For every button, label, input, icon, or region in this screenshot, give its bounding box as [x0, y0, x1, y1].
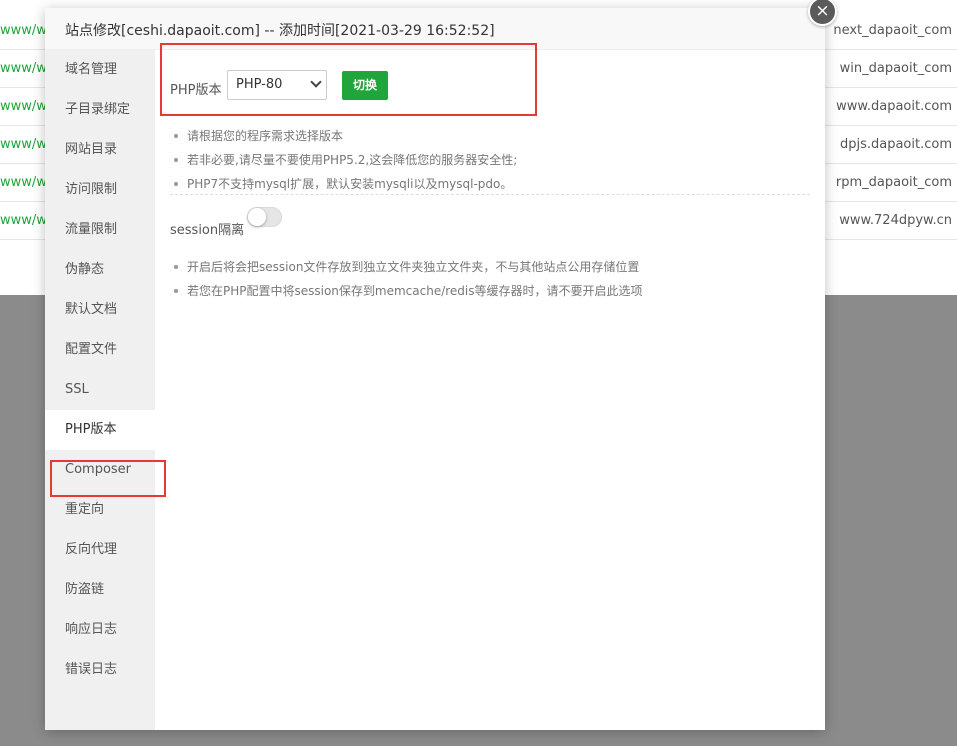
divider [170, 194, 810, 195]
site-name[interactable]: www.dapaoit.com [836, 99, 952, 114]
php-version-selected: PHP-80 [236, 77, 283, 92]
session-isolation-toggle[interactable] [247, 207, 282, 227]
site-name[interactable]: rpm_dapaoit_com [836, 175, 952, 190]
switch-button[interactable]: 切换 [342, 71, 388, 100]
list-item: 请根据您的程序需求选择版本 [170, 124, 517, 148]
site-name[interactable]: next_dapaoit_com [833, 23, 952, 38]
sidebar-item-default-doc[interactable]: 默认文档 [45, 290, 155, 330]
site-name[interactable]: dpjs.dapaoit.com [840, 137, 952, 152]
site-name[interactable]: win_dapaoit_com [840, 61, 952, 76]
session-isolation-label: session隔离 [170, 223, 245, 238]
list-item: 若您在PHP配置中将session保存到memcache/redis等缓存器时，… [170, 279, 643, 303]
sidebar-item-config-file[interactable]: 配置文件 [45, 330, 155, 370]
bullet-icon [174, 289, 178, 293]
session-tips: 开启后将会把session文件存放到独立文件夹独立文件夹，不与其他站点公用存储位… [170, 255, 643, 303]
bullet-icon [174, 134, 178, 138]
php-version-label: PHP版本 [170, 83, 222, 98]
sidebar-item-traffic-limit[interactable]: 流量限制 [45, 210, 155, 250]
sidebar-item-reverse-proxy[interactable]: 反向代理 [45, 530, 155, 570]
sidebar-item-ssl[interactable]: SSL [45, 370, 155, 410]
site-name[interactable]: www.724dpyw.cn [839, 213, 952, 228]
toggle-knob [248, 208, 266, 226]
list-item: 开启后将会把session文件存放到独立文件夹独立文件夹，不与其他站点公用存储位… [170, 255, 643, 279]
sidebar-item-domain[interactable]: 域名管理 [45, 50, 155, 90]
php-version-panel: PHP版本 PHP-80 切换 请根据您的程序需求选择版本 若非必要,请尽量不要… [155, 43, 825, 730]
bullet-icon [174, 265, 178, 269]
sidebar-item-hotlink-protection[interactable]: 防盗链 [45, 570, 155, 610]
sidebar-item-composer[interactable]: Composer [45, 450, 155, 490]
php-version-select[interactable]: PHP-80 [227, 70, 327, 100]
site-edit-dialog: 站点修改[ceshi.dapaoit.com] -- 添加时间[2021-03-… [45, 8, 825, 730]
sidebar-item-site-directory[interactable]: 网站目录 [45, 130, 155, 170]
dialog-title: 站点修改[ceshi.dapaoit.com] -- 添加时间[2021-03-… [65, 23, 495, 39]
dialog-header: 站点修改[ceshi.dapaoit.com] -- 添加时间[2021-03-… [45, 8, 825, 50]
sidebar-item-rewrite[interactable]: 伪静态 [45, 250, 155, 290]
list-item: 若非必要,请尽量不要使用PHP5.2,这会降低您的服务器安全性; [170, 148, 517, 172]
sidebar-item-redirect[interactable]: 重定向 [45, 490, 155, 530]
sidebar-item-access-limit[interactable]: 访问限制 [45, 170, 155, 210]
sidebar-item-php-version[interactable]: PHP版本 [45, 410, 155, 450]
chevron-down-icon [310, 76, 322, 88]
sidebar-item-access-log[interactable]: 响应日志 [45, 610, 155, 650]
php-tips: 请根据您的程序需求选择版本 若非必要,请尽量不要使用PHP5.2,这会降低您的服… [170, 124, 517, 196]
bullet-icon [174, 158, 178, 162]
sidebar-item-error-log[interactable]: 错误日志 [45, 650, 155, 690]
dialog-sidebar: 域名管理 子目录绑定 网站目录 访问限制 流量限制 伪静态 默认文档 配置文件 … [45, 50, 166, 730]
bullet-icon [174, 182, 178, 186]
sidebar-item-subdirectory[interactable]: 子目录绑定 [45, 90, 155, 130]
list-item: PHP7不支持mysql扩展，默认安装mysqli以及mysql-pdo。 [170, 172, 517, 196]
